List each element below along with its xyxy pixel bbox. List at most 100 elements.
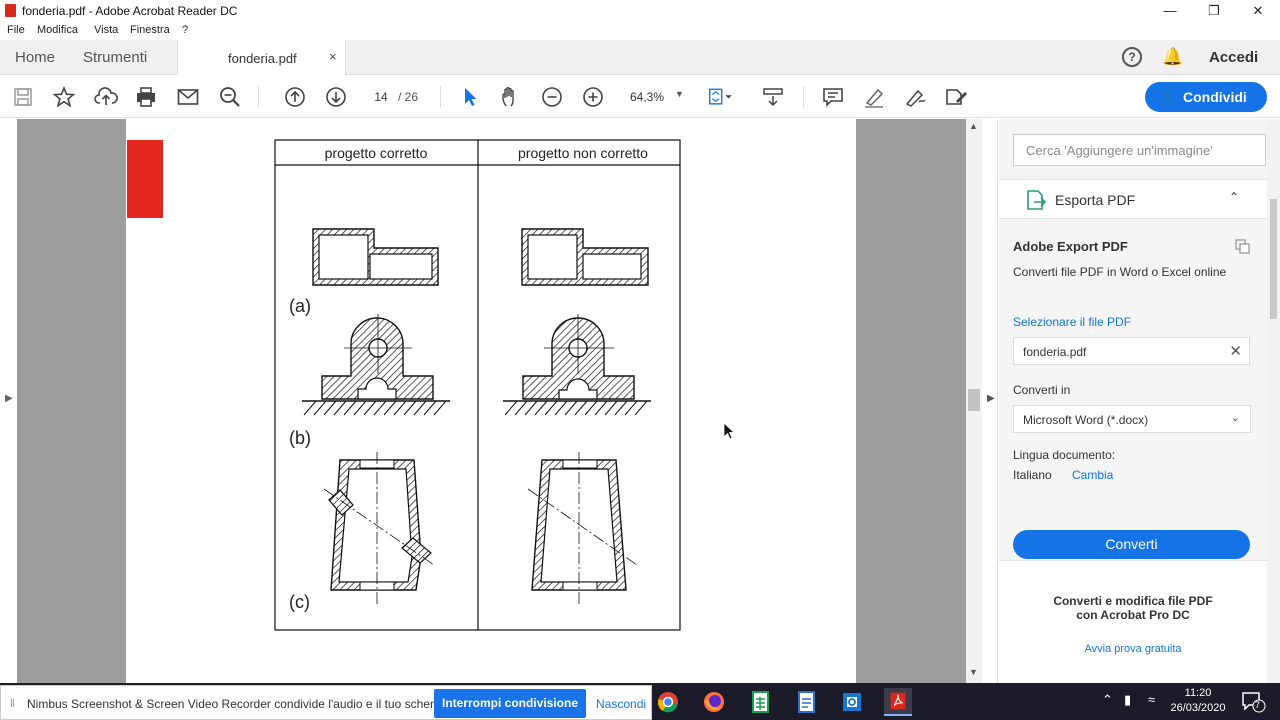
screen-share-message: Nimbus Screenshot & Screen Video Recorde… [27, 697, 454, 711]
toolbar: 14 / 26 64,3% ▼ 👤 Condividi [0, 76, 1280, 118]
notification-bell-icon[interactable]: 🔔 [1162, 47, 1183, 67]
drawing-a-correct [312, 228, 439, 286]
remove-file-icon[interactable]: ✕ [1229, 342, 1242, 360]
drawing-b-incorrect [503, 314, 651, 416]
tab-document-label: fonderia.pdf [228, 51, 297, 66]
chevron-up-icon[interactable]: ⌃ [1229, 190, 1239, 204]
menu-help[interactable]: ? [182, 24, 188, 36]
left-panel-toggle[interactable]: ▶ [0, 119, 17, 683]
drawing-b-correct [302, 314, 450, 416]
save-icon[interactable] [11, 85, 35, 109]
notification-center-icon[interactable] [1240, 690, 1266, 714]
toolbar-separator [803, 86, 804, 108]
menu-vista[interactable]: Vista [94, 24, 118, 36]
convert-format-value: Microsoft Word (*.docx) [1023, 413, 1149, 427]
highlight-pen-icon[interactable] [862, 85, 886, 109]
zoom-dropdown-icon[interactable]: ▼ [675, 89, 684, 99]
show-hidden-icons-icon[interactable]: ⌃ [1102, 692, 1113, 708]
zoom-level[interactable]: 64,3% [630, 90, 664, 104]
label-a: (a) [289, 296, 311, 316]
toolbar-separator [258, 86, 259, 108]
minimize-button[interactable]: — [1148, 1, 1192, 21]
upload-cloud-icon[interactable] [94, 85, 118, 109]
right-pane-scroll-thumb[interactable] [1270, 199, 1277, 319]
selected-file-field[interactable]: fonderia.pdf ✕ [1013, 337, 1250, 365]
comment-icon[interactable] [821, 85, 845, 109]
acrobat-file-icon [5, 4, 16, 17]
spreadsheet-icon[interactable] [746, 688, 774, 716]
sign-pen-icon[interactable] [903, 85, 927, 109]
search-zoom-icon[interactable] [218, 85, 242, 109]
battery-icon[interactable]: ▮ [1124, 692, 1131, 708]
scroll-mode-icon[interactable] [761, 85, 785, 109]
scroll-up-icon[interactable]: ▲ [969, 121, 978, 131]
panel-title: Adobe Export PDF [1013, 239, 1128, 254]
export-pdf-title: Esporta PDF [1055, 192, 1136, 208]
system-clock[interactable]: 11:20 26/03/2020 [1168, 686, 1228, 716]
upgrade-promo: Converti e modifica file PDF con Acrobat… [999, 560, 1267, 683]
right-pane-scrollbar[interactable] [1267, 119, 1280, 683]
promo-line-1: Converti e modifica file PDF [1053, 594, 1213, 608]
convert-in-label: Converti in [1013, 383, 1071, 397]
menu-modifica[interactable]: Modifica [37, 24, 78, 36]
convert-button[interactable]: Converti [1013, 530, 1250, 559]
hide-share-bar-button[interactable]: Nascondi [596, 697, 646, 711]
select-file-label[interactable]: Selezionare il file PDF [1013, 315, 1131, 329]
previous-page-icon[interactable] [283, 85, 307, 109]
drag-handle-icon[interactable]: ‖ [10, 696, 15, 710]
column-header-correct: progetto corretto [325, 145, 428, 161]
menu-bar: File Modifica Vista Finestra ? [0, 22, 1280, 40]
next-page-icon[interactable] [324, 85, 348, 109]
export-pdf-header[interactable]: Esporta PDF ⌃ [999, 179, 1267, 219]
tab-tools[interactable]: Strumenti [83, 49, 147, 66]
menu-finestra[interactable]: Finestra [130, 24, 170, 36]
page-number-input[interactable]: 14 [366, 87, 396, 107]
chrome-icon[interactable] [654, 688, 682, 716]
convert-format-select[interactable]: Microsoft Word (*.docx) ⌄ [1013, 405, 1251, 433]
zoom-in-icon[interactable] [581, 85, 605, 109]
scrollbar-thumb[interactable] [968, 389, 980, 411]
firefox-icon[interactable] [700, 688, 728, 716]
print-icon[interactable] [134, 85, 158, 109]
acrobat-reader-icon[interactable] [884, 688, 912, 716]
tab-home[interactable]: Home [15, 49, 55, 66]
page-total: / 26 [398, 90, 419, 104]
document-icon[interactable] [792, 688, 820, 716]
copy-settings-icon[interactable] [1235, 239, 1251, 255]
zoom-out-icon[interactable] [540, 85, 564, 109]
tab-document[interactable]: fonderia.pdf × [177, 40, 346, 75]
title-bar: fonderia.pdf - Adobe Acrobat Reader DC —… [0, 0, 1280, 22]
panel-description: Converti file PDF in Word o Excel online [1013, 265, 1227, 279]
fit-page-icon[interactable] [708, 85, 732, 109]
scroll-down-icon[interactable]: ▼ [969, 667, 978, 677]
close-tab-icon[interactable]: × [329, 49, 337, 64]
chevron-down-icon: ⌄ [1230, 412, 1240, 424]
wifi-icon[interactable]: ≈ [1148, 692, 1155, 707]
maximize-button[interactable]: ❐ [1192, 1, 1236, 21]
share-button[interactable]: 👤 Condividi [1145, 82, 1267, 112]
fill-sign-icon[interactable] [944, 85, 968, 109]
expand-left-icon[interactable]: ▶ [5, 393, 13, 404]
pane-splitter[interactable]: ▶ [982, 119, 998, 683]
stop-sharing-button[interactable]: Interrompi condivisione [434, 689, 586, 718]
clock-time: 11:20 [1184, 687, 1212, 699]
promo-line-2: con Acrobat Pro DC [1076, 608, 1190, 622]
signin-button[interactable]: Accedi [1209, 49, 1258, 66]
export-pdf-icon [1027, 190, 1047, 210]
select-cursor-icon[interactable] [458, 85, 482, 109]
document-scrollbar[interactable]: ▲ ▼ [966, 119, 982, 683]
menu-file[interactable]: File [7, 24, 25, 36]
email-icon[interactable] [176, 85, 200, 109]
collapse-right-pane-icon[interactable]: ▶ [987, 393, 995, 404]
page-red-marker [127, 140, 163, 218]
free-trial-link[interactable]: Avvia prova gratuita [999, 643, 1267, 655]
help-icon[interactable]: ? [1122, 47, 1142, 67]
tools-search-input[interactable]: Cerca 'Aggiungere un'immagine' [1013, 134, 1266, 166]
change-language-link[interactable]: Cambia [1072, 468, 1113, 482]
outlook-mail-icon[interactable] [838, 688, 866, 716]
hand-tool-icon[interactable] [499, 85, 523, 109]
close-window-button[interactable]: ✕ [1236, 1, 1280, 21]
mouse-cursor-icon [723, 422, 735, 440]
clock-date: 26/03/2020 [1170, 702, 1226, 714]
bookmark-star-icon[interactable] [52, 85, 76, 109]
